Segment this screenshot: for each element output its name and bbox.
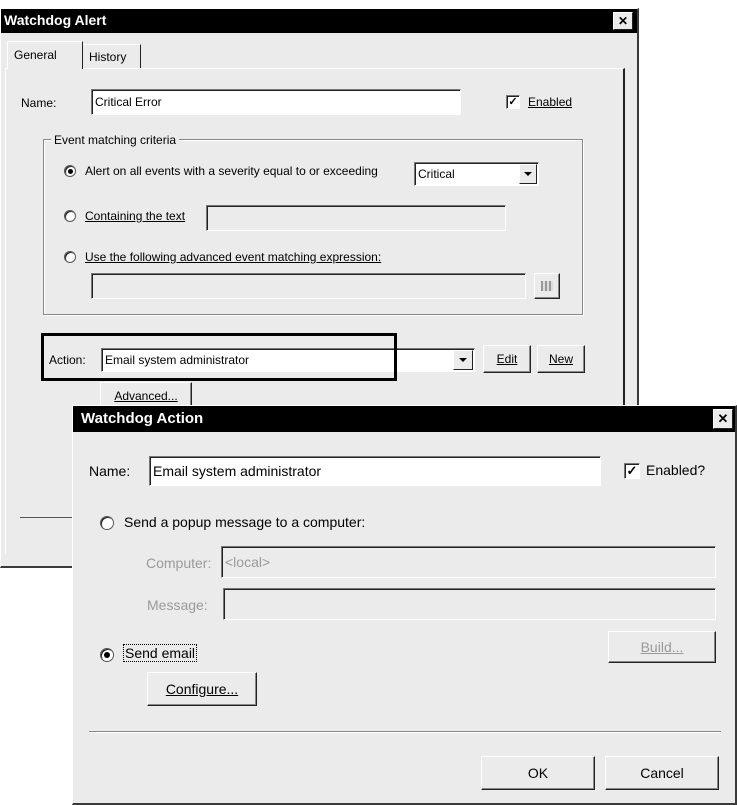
expression-builder-button[interactable] — [534, 273, 560, 299]
severity-dropdown-arrow[interactable] — [519, 164, 537, 184]
close-icon: ✕ — [717, 411, 729, 426]
alert-title: Watchdog Alert — [4, 12, 107, 28]
watchdog-action-window: Watchdog Action ✕ Name: Email system adm… — [72, 405, 737, 805]
action-title: Watchdog Action — [81, 410, 204, 427]
expression-input[interactable] — [91, 273, 526, 299]
chevron-down-icon — [459, 358, 467, 362]
configure-button[interactable]: Configure... — [147, 672, 257, 706]
action-enabled-checkbox[interactable]: ✓ — [624, 463, 640, 479]
action-dialog-separator — [89, 731, 721, 733]
alert-name-label: Name: — [21, 96, 57, 110]
action-name-label: Name: — [89, 463, 131, 479]
cancel-button[interactable]: Cancel — [605, 756, 719, 790]
tab-general-label: General — [14, 48, 57, 62]
build-button[interactable]: Build... — [608, 631, 716, 663]
expression-builder-icon — [541, 281, 553, 291]
containing-text-input[interactable] — [206, 205, 506, 231]
popup-radio[interactable] — [100, 516, 114, 530]
severity-value: Critical — [418, 167, 455, 181]
action-dropdown-arrow[interactable] — [453, 350, 473, 370]
message-input[interactable] — [223, 588, 716, 620]
popup-option-label: Send a popup message to a computer: — [124, 514, 366, 530]
alert-titlebar: Watchdog Alert ✕ — [1, 9, 637, 33]
tab-general[interactable]: General — [7, 41, 83, 69]
alert-enabled-checkbox[interactable]: ✓ — [506, 95, 520, 109]
computer-input[interactable]: <local> — [221, 546, 716, 578]
action-enabled-label: Enabled? — [646, 462, 706, 478]
containing-text-radio[interactable] — [64, 210, 76, 222]
expression-option-label: Use the following advanced event matchin… — [85, 250, 382, 264]
email-option-label: Send email — [122, 644, 198, 662]
action-titlebar: Watchdog Action ✕ — [73, 406, 735, 432]
expression-radio[interactable] — [64, 251, 76, 263]
edit-button[interactable]: Edit — [483, 345, 531, 373]
email-radio[interactable] — [100, 648, 114, 662]
computer-label: Computer: — [146, 555, 212, 571]
containing-text-label: Containing the text — [85, 209, 186, 223]
event-matching-title: Event matching criteria — [51, 133, 180, 147]
alert-close-button[interactable]: ✕ — [613, 12, 633, 30]
tab-history[interactable]: History — [83, 44, 141, 69]
alert-bottom-separator — [20, 517, 72, 518]
new-button[interactable]: New — [537, 345, 585, 373]
action-name-input[interactable]: Email system administrator — [149, 456, 601, 486]
alert-name-input[interactable]: Critical Error — [91, 89, 461, 115]
action-highlight-box — [41, 333, 397, 381]
alert-enabled-label: Enabled — [528, 95, 573, 109]
action-close-button[interactable]: ✕ — [713, 409, 733, 429]
ok-button[interactable]: OK — [481, 756, 595, 790]
severity-radio[interactable] — [64, 165, 76, 177]
chevron-down-icon — [524, 172, 532, 176]
tab-history-label: History — [89, 50, 127, 64]
close-icon: ✕ — [617, 14, 629, 28]
message-label: Message: — [147, 597, 208, 613]
severity-option-label: Alert on all events with a severity equa… — [85, 164, 378, 178]
